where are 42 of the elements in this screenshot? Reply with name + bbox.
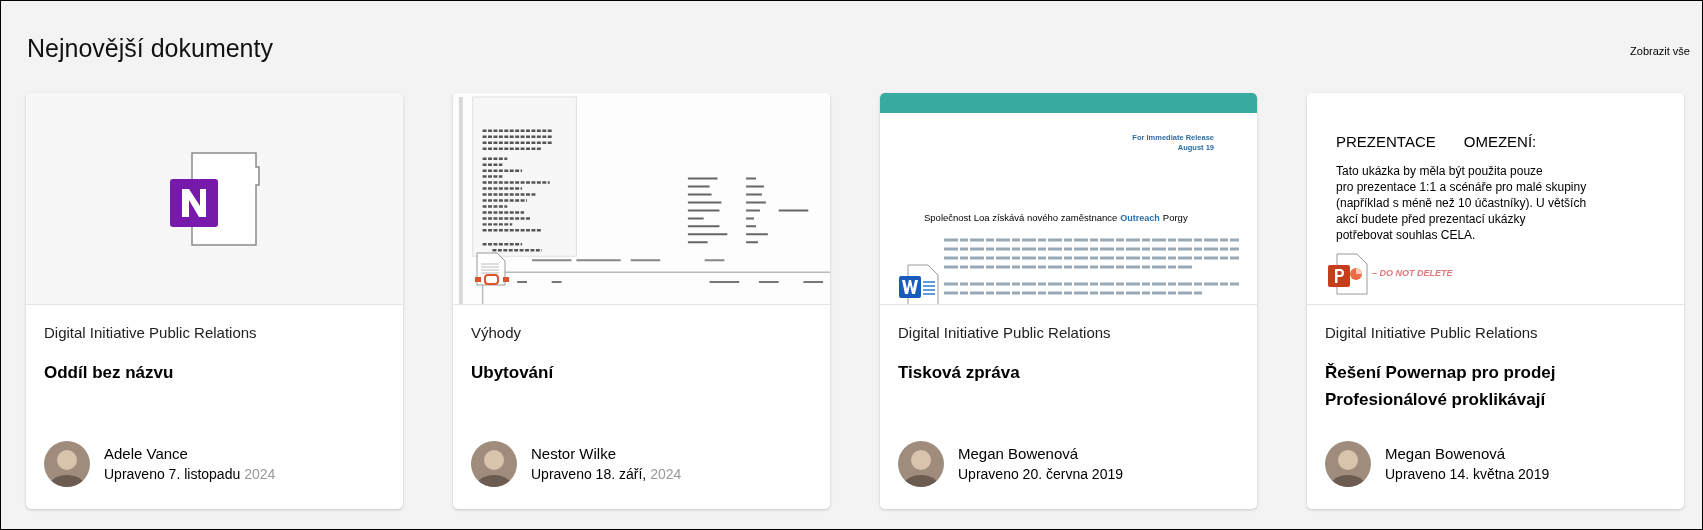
document-icon: [899, 264, 939, 304]
document-card[interactable]: Digital Initiative Public Relations Oddíl bez názvu Adele Vance Upraveno 7. listopadu 2024: [26, 93, 403, 509]
document-card[interactable]: [1307, 93, 1684, 509]
slide-footer-text: – DO NOT DELETE: [1372, 267, 1453, 281]
author-name: Megan Bowenová: [958, 444, 1080, 464]
headline-accent: Outreach: [1120, 212, 1160, 225]
slide-text-line: potřebovat souhlas CELA.: [1336, 227, 1477, 243]
document-headline: Společnost Loa získává nového zaměstnance: [924, 211, 1118, 225]
section-title: Nejnovější dokumenty: [27, 33, 273, 64]
slide-text-line: Tato ukázka by měla být použita pouze: [1336, 163, 1544, 179]
document-title: Tisková zpráva: [898, 362, 1021, 384]
view-all-link[interactable]: Zobrazit vše: [1630, 43, 1690, 60]
avatar: [1325, 441, 1371, 487]
file-icon: [475, 252, 509, 286]
notebook-icon: [169, 150, 260, 247]
modified-date: Upraveno 20. června 2019: [958, 465, 1123, 484]
avatar: [471, 441, 517, 487]
avatar: [898, 441, 944, 487]
modified-year: 2024: [244, 465, 276, 484]
document-title: Oddíl bez názvu: [44, 362, 175, 384]
document-title: Ubytování: [471, 362, 555, 384]
modified-year: 2024: [650, 465, 682, 484]
modified-date: Upraveno 18. září,: [531, 465, 647, 484]
document-title: Řešení Powernap pro prodej Profesionálové proklikávají: [1325, 362, 1557, 411]
slide-heading: OMEZENÍ:: [1463, 132, 1537, 152]
slide-text-line: pro prezentace 1:1 a scénáře pro malé skupiny: [1336, 179, 1587, 195]
author-name: Nestor Wilke: [531, 444, 617, 464]
document-card[interactable]: Výhody Ubytování Nestor Wilke Upraveno 18. září, 2024: [453, 93, 830, 509]
site-name: Digital Initiative Public Relations: [898, 323, 1112, 343]
site-name: Digital Initiative Public Relations: [44, 323, 258, 343]
slide-heading: PREZENTACE: [1336, 132, 1436, 152]
slide-text-line: akcí budete před prezentací ukázky: [1336, 211, 1527, 227]
avatar: [44, 441, 90, 487]
slide-text-line: (například s méně než 10 účastníky). U větších: [1336, 195, 1587, 211]
site-name: Digital Initiative Public Relations: [1325, 323, 1539, 343]
site-name: Výhody: [471, 323, 523, 343]
presentation-icon: [1328, 253, 1368, 295]
author-name: Adele Vance: [104, 444, 189, 464]
author-name: Megan Bowenová: [1385, 444, 1507, 464]
modified-date: Upraveno 14. května 2019: [1385, 465, 1550, 484]
modified-date: Upraveno 7. listopadu: [104, 465, 241, 484]
headline-end: Porgy: [1162, 211, 1188, 225]
